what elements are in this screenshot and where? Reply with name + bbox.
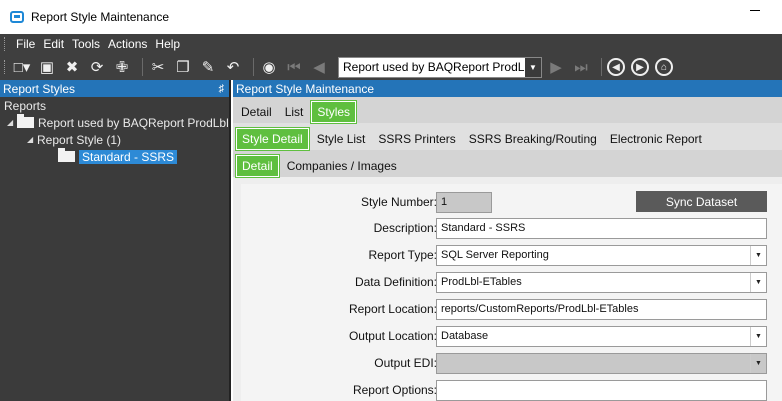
report-location-field[interactable]: reports/CustomReports/ProdLbl-ETables [436, 298, 767, 320]
toolbar-separator [142, 58, 143, 76]
style-number-label: Style Number: [360, 195, 437, 209]
output-edi-select: ▼ [436, 352, 767, 374]
tree-style-group-label: Report Style (1) [37, 132, 122, 147]
tab-electronic-report[interactable]: Electronic Report [605, 128, 707, 150]
new-icon[interactable]: □▾ [12, 57, 32, 77]
save-icon[interactable]: ▣ [37, 57, 57, 77]
window-title: Report Style Maintenance [31, 10, 170, 24]
tree-report[interactable]: ◢ Report used by BAQReport ProdLbl [0, 114, 229, 131]
main-header: Report Style Maintenance [233, 80, 782, 97]
menu-help[interactable]: Help [155, 37, 180, 51]
search-icon[interactable]: ◉ [259, 57, 279, 77]
toolbar-grip [4, 60, 7, 74]
description-field[interactable]: Standard - SSRS [436, 217, 767, 239]
first-icon[interactable]: ⏮ [284, 57, 304, 77]
tab-ssrs-breaking-routing[interactable]: SSRS Breaking/Routing [464, 128, 602, 150]
menu-file[interactable]: File [16, 37, 35, 51]
report-type-label: Report Type: [368, 248, 437, 262]
style-tabs: Style Detail Style List SSRS Printers SS… [233, 123, 782, 151]
sub-tabs: Detail Companies / Images [233, 150, 782, 178]
minimize-button[interactable] [750, 10, 760, 11]
output-location-value: Database [441, 330, 489, 342]
menu-edit[interactable]: Edit [43, 37, 64, 51]
tree-selected-style[interactable]: Standard - SSRS [0, 148, 229, 165]
data-definition-label: Data Definition: [354, 275, 437, 289]
menu-bar: File Edit Tools Actions Help [0, 34, 782, 54]
menu-grip [4, 37, 7, 51]
back-icon[interactable]: ◀ [607, 58, 625, 76]
panel-title: Report Styles [3, 81, 76, 96]
undo-icon[interactable]: ↶ [223, 57, 243, 77]
refresh-icon[interactable]: ⟳ [87, 57, 107, 77]
tab-companies-images[interactable]: Companies / Images [282, 155, 402, 177]
data-definition-select[interactable]: ProdLbl-ETables ▼ [436, 271, 767, 293]
report-tree: Reports ◢ Report used by BAQReport ProdL… [0, 97, 229, 165]
tree-style-group[interactable]: ◢ Report Style (1) [0, 131, 229, 148]
menu-tools[interactable]: Tools [72, 37, 100, 51]
last-icon[interactable]: ⏭ [571, 57, 591, 77]
toolbar-separator [601, 58, 602, 76]
chevron-down-icon[interactable]: ▼ [750, 272, 766, 292]
tree-selected-label: Standard - SSRS [79, 149, 178, 164]
report-options-label: Report Options: [352, 383, 437, 397]
cut-icon[interactable]: ✂ [148, 57, 168, 77]
top-tabs: Detail List Styles [233, 97, 782, 124]
prev-icon[interactable]: ◀ [309, 57, 329, 77]
tree-root-label: Reports [4, 98, 47, 113]
paste-icon[interactable]: ✎ [198, 57, 218, 77]
tree-root[interactable]: Reports [0, 97, 229, 114]
folder-icon [17, 114, 34, 128]
toolbar-separator [253, 58, 254, 76]
clear-icon[interactable]: ✙ [112, 57, 132, 77]
tab-style-detail[interactable]: Style Detail [235, 127, 310, 151]
tree-report-label: Report used by BAQReport ProdLbl [38, 115, 229, 130]
main-panel: Report Style Maintenance Detail List Sty… [233, 80, 782, 401]
folder-icon [58, 148, 75, 162]
output-location-label: Output Location: [348, 329, 437, 343]
home-icon[interactable]: ⌂ [655, 58, 673, 76]
output-edi-label: Output EDI: [374, 356, 437, 370]
pin-icon[interactable]: ♯ [219, 83, 225, 95]
style-number-field: 1 [436, 191, 492, 213]
report-type-select[interactable]: SQL Server Reporting ▼ [436, 244, 767, 266]
report-options-field[interactable] [436, 379, 767, 401]
copy-icon[interactable]: ❐ [173, 57, 193, 77]
description-label: Description: [373, 221, 437, 235]
chevron-down-icon[interactable]: ▼ [525, 57, 541, 77]
chevron-down-icon[interactable]: ▼ [750, 326, 766, 346]
tab-ssrs-printers[interactable]: SSRS Printers [373, 128, 460, 150]
expand-icon[interactable]: ◢ [27, 135, 37, 144]
tab-sub-detail[interactable]: Detail [235, 154, 280, 178]
tab-detail[interactable]: Detail [236, 101, 277, 123]
app-icon [10, 11, 24, 23]
menu-actions[interactable]: Actions [108, 37, 147, 51]
report-selector-value: Report used by BAQReport ProdL [343, 60, 525, 74]
forward-icon[interactable]: ▶ [631, 58, 649, 76]
report-location-label: Report Location: [348, 302, 437, 316]
tab-style-list[interactable]: Style List [312, 128, 371, 150]
panel-header: Report Styles ♯ [0, 80, 229, 97]
tab-list[interactable]: List [280, 101, 309, 123]
output-location-select[interactable]: Database ▼ [436, 325, 767, 347]
title-bar: Report Style Maintenance [0, 0, 782, 34]
data-definition-value: ProdLbl-ETables [441, 276, 522, 288]
style-detail-form: Style Number: 1 Sync Dataset Description… [241, 184, 782, 401]
chevron-down-icon: ▼ [750, 353, 766, 373]
tab-styles[interactable]: Styles [310, 100, 358, 124]
next-icon[interactable]: ▶ [546, 57, 566, 77]
expand-icon[interactable]: ◢ [7, 118, 17, 127]
toolbar: □▾ ▣ ✖ ⟳ ✙ ✂ ❐ ✎ ↶ ◉ ⏮ ◀ Report used by … [0, 54, 782, 80]
report-selector[interactable]: Report used by BAQReport ProdL ▼ [338, 56, 542, 78]
report-styles-panel: Report Styles ♯ Reports ◢ Report used by… [0, 80, 231, 401]
delete-icon[interactable]: ✖ [62, 57, 82, 77]
report-type-value: SQL Server Reporting [441, 249, 549, 261]
chevron-down-icon[interactable]: ▼ [750, 245, 766, 265]
sync-dataset-button[interactable]: Sync Dataset [636, 191, 767, 212]
